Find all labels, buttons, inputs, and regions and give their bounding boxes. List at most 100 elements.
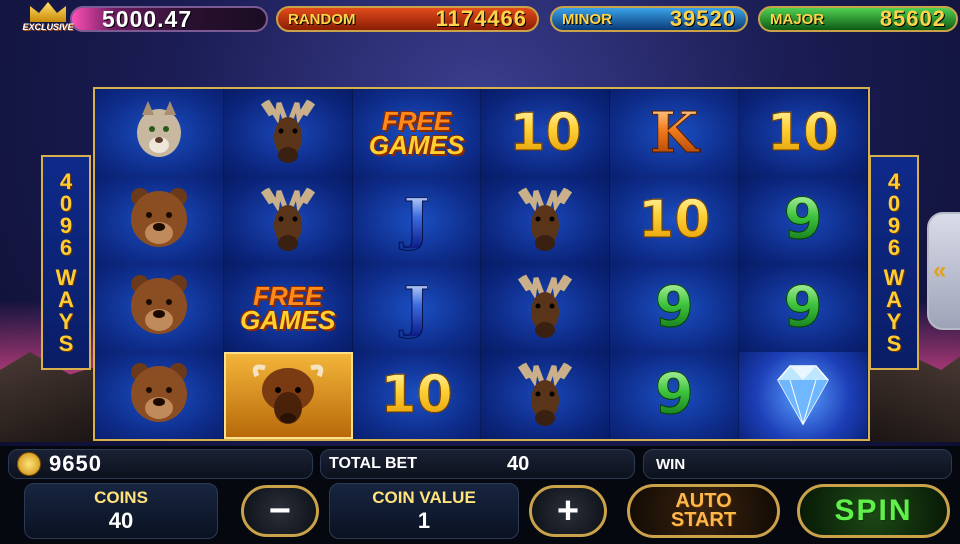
coin-value-label: COIN VALUE [372,488,476,507]
symbol-10: 10 [380,365,453,426]
bear-icon [114,268,204,347]
random-label: RANDOM [288,10,356,28]
ways-digit: 9 [59,212,73,238]
side-menu-tab[interactable]: « [927,212,960,330]
major-value: 85602 [879,6,946,31]
ways-letter: W [883,264,905,290]
top-bar: EXCLUSIVE 5000.47 RANDOM 1174466 MINOR 3… [0,0,960,38]
reel-cell: J [352,264,482,352]
auto-start-button[interactable]: AUTO START [627,484,780,538]
decrease-coin-button[interactable]: − [241,485,319,537]
reel-cell [223,176,353,264]
moose-icon [243,93,333,172]
ways-letter: A [886,286,902,312]
reel-cell: 10 [352,351,482,439]
ways-digit: 6 [887,234,901,260]
ways-banner-left: 4 0 9 6 W A Y S [41,155,91,370]
spin-label: SPIN [834,494,913,527]
minor-value: 39520 [669,6,736,31]
ways-letter: W [55,264,77,290]
major-jackpot: MAJOR 85602 [758,6,958,32]
win-label: WIN [656,455,686,473]
reel-cell: 10 [739,89,868,177]
balance-value: 5000.47 [102,5,193,32]
moose-icon [243,181,333,260]
reel-cell: 9 [610,351,740,439]
random-jackpot: RANDOM 1174466 [276,6,539,32]
bear-icon [114,356,204,435]
coins-label: COINS [94,488,148,507]
coins-display: COINS 40 [24,483,218,539]
ways-digit: 0 [887,190,901,216]
coin-value-display: COIN VALUE 1 [329,483,519,539]
symbol-10: 10 [638,190,711,251]
reel-cell [95,176,224,264]
credit-value: 9650 [49,451,102,476]
ways-letter: S [886,330,902,356]
minus-icon: − [268,490,292,532]
moose-icon [500,356,590,435]
exclusive-label: EXCLUSIVE [22,22,74,32]
minor-jackpot: MINOR 39520 [550,6,748,32]
win-display: WIN [643,449,952,479]
ways-letter: Y [886,308,902,334]
free-games-symbol: FREE GAMES [368,105,465,160]
reel-cell [95,264,224,352]
reel-cell [481,176,611,264]
reel-cell: J [352,176,482,264]
coins-value: 40 [108,508,134,533]
reel-cell [481,351,611,439]
coin-value-value: 1 [417,508,431,533]
symbol-10: 10 [766,102,840,163]
ways-banner-right: 4 0 9 6 W A Y S [869,155,919,370]
ways-letter: A [58,286,74,312]
buffalo-icon [243,356,333,435]
total-bet-label: TOTAL BET [329,455,417,472]
ways-digit: 9 [887,212,901,238]
reel-cell [95,89,224,177]
balance-display: 5000.47 [70,6,268,32]
symbol-9: 9 [654,362,694,428]
reel-grid: FREE GAMES 10 K 10 J 10 9 FREE GAMES J 9 9 10 9 [93,87,870,441]
start-label: START [670,509,737,531]
bottom-panel: 9650 TOTAL BET 40 WIN COINS 40 − COIN VA… [0,446,960,544]
ways-digit: 6 [59,234,73,260]
symbol-j: J [403,187,430,254]
bear-icon [114,181,204,260]
reel-cell: 10 [481,89,611,177]
reel-cell: FREE GAMES [352,89,482,177]
ways-digit: 0 [59,190,73,216]
reel-cell: K [610,89,740,177]
symbol-9: 9 [654,274,694,340]
reel-cell: FREE GAMES [223,264,353,352]
ways-digit: 4 [887,168,901,194]
major-label: MAJOR [770,10,825,28]
reel-cell [223,89,353,177]
random-value: 1174466 [435,6,527,31]
reel-cell [95,351,224,439]
symbol-10: 10 [509,102,582,163]
reel-cell: 10 [610,176,740,264]
increase-coin-button[interactable]: + [529,485,607,537]
double-chevron-left-icon: « [933,257,947,284]
symbol-9: 9 [783,274,823,340]
symbol-k: K [649,99,699,166]
coin-icon [17,452,41,476]
total-bet-display: TOTAL BET 40 [320,449,635,479]
ways-digit: 4 [59,168,73,194]
moose-icon [500,181,590,260]
spin-button[interactable]: SPIN [797,484,950,538]
ways-letter: Y [58,308,74,334]
plus-icon: + [556,490,580,532]
exclusive-crown-icon: EXCLUSIVE [22,2,74,38]
minor-label: MINOR [562,10,612,28]
cougar-icon [114,93,204,172]
diamond-icon [758,356,848,435]
symbol-9: 9 [783,187,823,253]
moose-icon [500,268,590,347]
symbol-j: J [403,274,430,341]
total-bet-value: 40 [507,452,530,475]
reel-cell: 9 [610,264,740,352]
reel-cell [481,264,611,352]
reel-cell: 9 [739,264,868,352]
